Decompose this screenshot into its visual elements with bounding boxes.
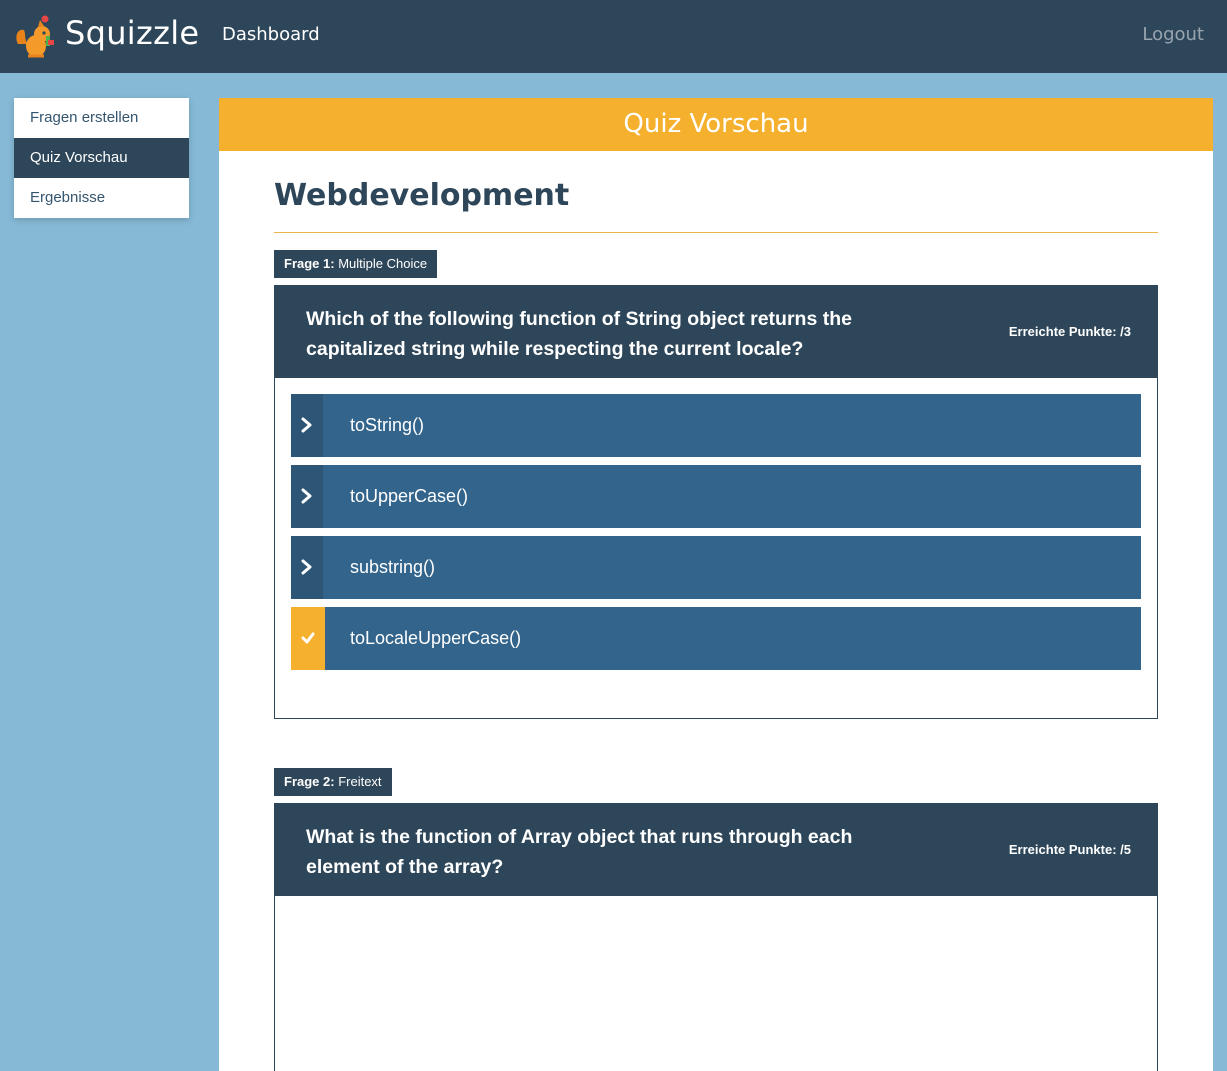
question-type: Multiple Choice	[338, 256, 428, 271]
chevron-right-icon	[291, 465, 323, 528]
quiz-title: Webdevelopment	[274, 178, 570, 213]
brand-name[interactable]: Squizzle	[65, 14, 199, 52]
question-number: Frage 1:	[284, 256, 335, 271]
question-header: Which of the following function of Strin…	[275, 286, 1157, 378]
squirrel-logo-icon[interactable]	[12, 14, 58, 60]
checkmark-icon	[291, 607, 325, 670]
question-header: What is the function of Array object tha…	[275, 804, 1157, 896]
question-badge: Frage 2: Freitext	[274, 768, 392, 796]
main-panel: Quiz Vorschau Webdevelopment Frage 1: Mu…	[219, 98, 1213, 1071]
question-type: Freitext	[338, 774, 382, 789]
answer-option-selected[interactable]: toLocaleUpperCase()	[291, 607, 1141, 670]
chevron-right-icon	[291, 394, 323, 457]
title-divider	[274, 232, 1158, 233]
answer-option[interactable]: substring()	[291, 536, 1141, 599]
sidebar-item-fragen-erstellen[interactable]: Fragen erstellen	[14, 98, 189, 138]
panel-header: Quiz Vorschau	[219, 98, 1213, 151]
logout-link[interactable]: Logout	[1142, 24, 1204, 45]
chevron-right-icon	[291, 536, 323, 599]
question-text: Which of the following function of Strin…	[306, 308, 852, 360]
question-badge: Frage 1: Multiple Choice	[274, 250, 438, 278]
top-navbar: Squizzle Dashboard Logout	[0, 0, 1227, 73]
answer-label: toLocaleUpperCase()	[350, 628, 522, 648]
answer-option[interactable]: toUpperCase()	[291, 465, 1141, 528]
points-label: Erreichte Punkte: /3	[1008, 324, 1131, 339]
answer-label: toString()	[350, 415, 425, 435]
question-card: What is the function of Array object tha…	[274, 803, 1158, 1071]
sidebar-item-ergebnisse[interactable]: Ergebnisse	[14, 178, 189, 218]
nav-link-dashboard[interactable]: Dashboard	[222, 24, 320, 45]
points-label: Erreichte Punkte: /5	[1008, 842, 1131, 857]
question-text: What is the function of Array object tha…	[306, 826, 853, 878]
question-card: Which of the following function of Strin…	[274, 285, 1158, 719]
sidebar-item-quiz-vorschau[interactable]: Quiz Vorschau	[14, 138, 189, 178]
question-number: Frage 2:	[284, 774, 335, 789]
answer-label: toUpperCase()	[350, 486, 469, 506]
answer-label: substring()	[350, 557, 436, 577]
answer-option[interactable]: toString()	[291, 394, 1141, 457]
sidebar: Fragen erstellen Quiz Vorschau Ergebniss…	[14, 98, 189, 218]
